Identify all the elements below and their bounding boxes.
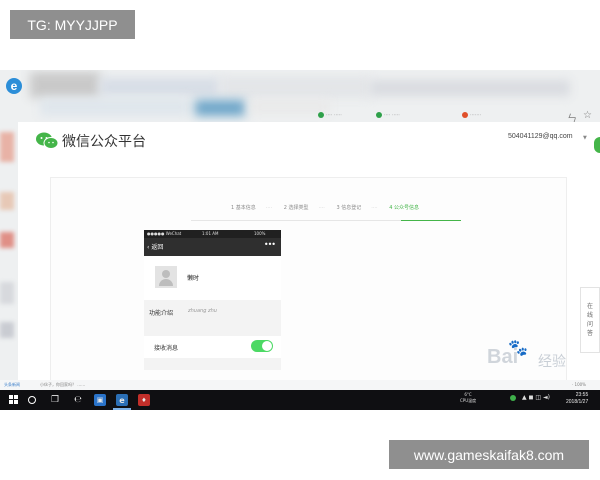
status-battery: 100% (254, 231, 266, 236)
qa-char: 答 (586, 330, 593, 337)
search-icon[interactable] (26, 394, 38, 406)
step-item-active: 4 公众号信息 (389, 205, 419, 211)
step-separator: ···· (265, 205, 273, 211)
step-progress-line (191, 220, 461, 221)
function-intro-label: 功能介绍 (149, 310, 174, 317)
back-label: 返回 (151, 244, 164, 251)
ie-taskbar-icon[interactable]: e (116, 394, 128, 406)
receive-messages-row: 接收消息 (144, 336, 281, 358)
qa-char: 线 (586, 312, 593, 319)
receive-messages-toggle[interactable] (251, 340, 273, 352)
chevron-down-icon[interactable]: ▼ (583, 135, 587, 141)
ie-logo-icon[interactable]: e (6, 78, 22, 94)
browser-tab[interactable]: ···· ····· (318, 112, 342, 120)
tab-favicon-icon (318, 112, 324, 118)
zoom-level[interactable]: · 100% (572, 382, 586, 387)
profile-name: 懒时 (187, 275, 200, 282)
windows-taskbar: ❐ ℮ ▣ e ♦ 6°C CPU温度 ▲ ◼ ◫ ◄) 23:55 2018/… (0, 390, 600, 410)
active-app-indicator (113, 408, 131, 410)
page-title: 微信公众平台 (62, 134, 146, 150)
phone-preview: ●●●●● WeChat 1:01 AM 100% ‹ 返回 ••• 懒时 功能… (144, 230, 281, 370)
qa-char: 问 (586, 321, 593, 328)
app-taskbar-icon[interactable]: ♦ (138, 394, 150, 406)
browser-tab[interactable]: ······· (462, 112, 481, 120)
tray-weather-label: CPU温度 (460, 398, 477, 403)
baidu-paw-icon: 🐾 (508, 338, 528, 357)
green-side-tab[interactable] (594, 137, 600, 153)
star-icon[interactable]: ☆ (583, 110, 592, 121)
clock-date: 2018/1/27 (566, 399, 589, 405)
online-qa-button[interactable]: 在 线 问 答 (580, 287, 600, 353)
tg-watermark-label: TG: MYYJJPP (10, 10, 135, 39)
more-icon[interactable]: ••• (264, 240, 276, 249)
clock-time: 23:55 (575, 392, 589, 398)
blurred-left-edge (0, 122, 18, 392)
tray-icons[interactable]: ▲ ◼ ◫ ◄) (522, 394, 550, 401)
tray-status-icon[interactable] (510, 395, 516, 401)
site-watermark-label: www.gameskaifak8.com (389, 440, 589, 469)
account-email[interactable]: 504041129@qq.com (508, 133, 573, 140)
edge-icon[interactable]: ℮ (72, 394, 84, 406)
qa-char: 在 (586, 303, 593, 310)
blurred-browser-toolbar (0, 70, 600, 120)
step-indicator: 1 基本信息 ···· 2 选择类型 ···· 3 信息登记 ···· 4 公众号信息 (231, 204, 429, 216)
status-carrier: ●●●●● WeChat (147, 231, 182, 236)
function-intro-value: zhuang zhu (188, 308, 217, 314)
avatar (155, 266, 177, 288)
status-time: 1:01 AM (202, 231, 219, 236)
tray-weather[interactable]: 6°C CPU温度 (460, 392, 476, 404)
step-item: 1 基本信息 (231, 205, 256, 211)
profile-row: 懒时 (144, 256, 281, 300)
step-progress-active (401, 220, 461, 221)
step-separator: ···· (371, 205, 378, 211)
news-headline-label[interactable]: 头条新闻 (4, 382, 20, 388)
mp-header: 微信公众平台 504041129@qq.com ▼ (18, 122, 600, 162)
browser-tab[interactable]: ···· ····· (376, 112, 400, 120)
baidu-watermark-suffix: 经验 (538, 354, 566, 370)
tab-favicon-icon (462, 112, 468, 118)
phone-status-bar: ●●●●● WeChat 1:01 AM 100% (144, 230, 281, 238)
step-item: 3 信息登记 (336, 205, 362, 211)
tray-clock[interactable]: 23:55 2018/1/27 (566, 392, 588, 406)
function-intro-row: 功能介绍 zhuang zhu (144, 300, 281, 324)
phone-nav-bar: ‹ 返回 ••• (144, 238, 281, 256)
news-headline-text[interactable]: 小伙子，你回家吗？ …… (40, 382, 85, 388)
step-separator: ···· (318, 205, 325, 211)
ie-status-bar: 头条新闻 小伙子，你回家吗？ …… · 100% (0, 380, 600, 390)
step-item: 2 选择类型 (283, 205, 309, 211)
wechat-logo-icon (36, 132, 58, 149)
desktop-screenshot: e ···· ····· ···· ····· ······· ㄣ ☆ 微信公众… (0, 70, 600, 410)
store-icon[interactable]: ▣ (94, 394, 106, 406)
receive-messages-label: 接收消息 (154, 345, 179, 352)
task-view-icon[interactable]: ❐ (49, 394, 61, 406)
tab-favicon-icon (376, 112, 382, 118)
back-button[interactable]: ‹ 返回 (147, 242, 163, 251)
windows-start-icon[interactable] (8, 394, 20, 406)
